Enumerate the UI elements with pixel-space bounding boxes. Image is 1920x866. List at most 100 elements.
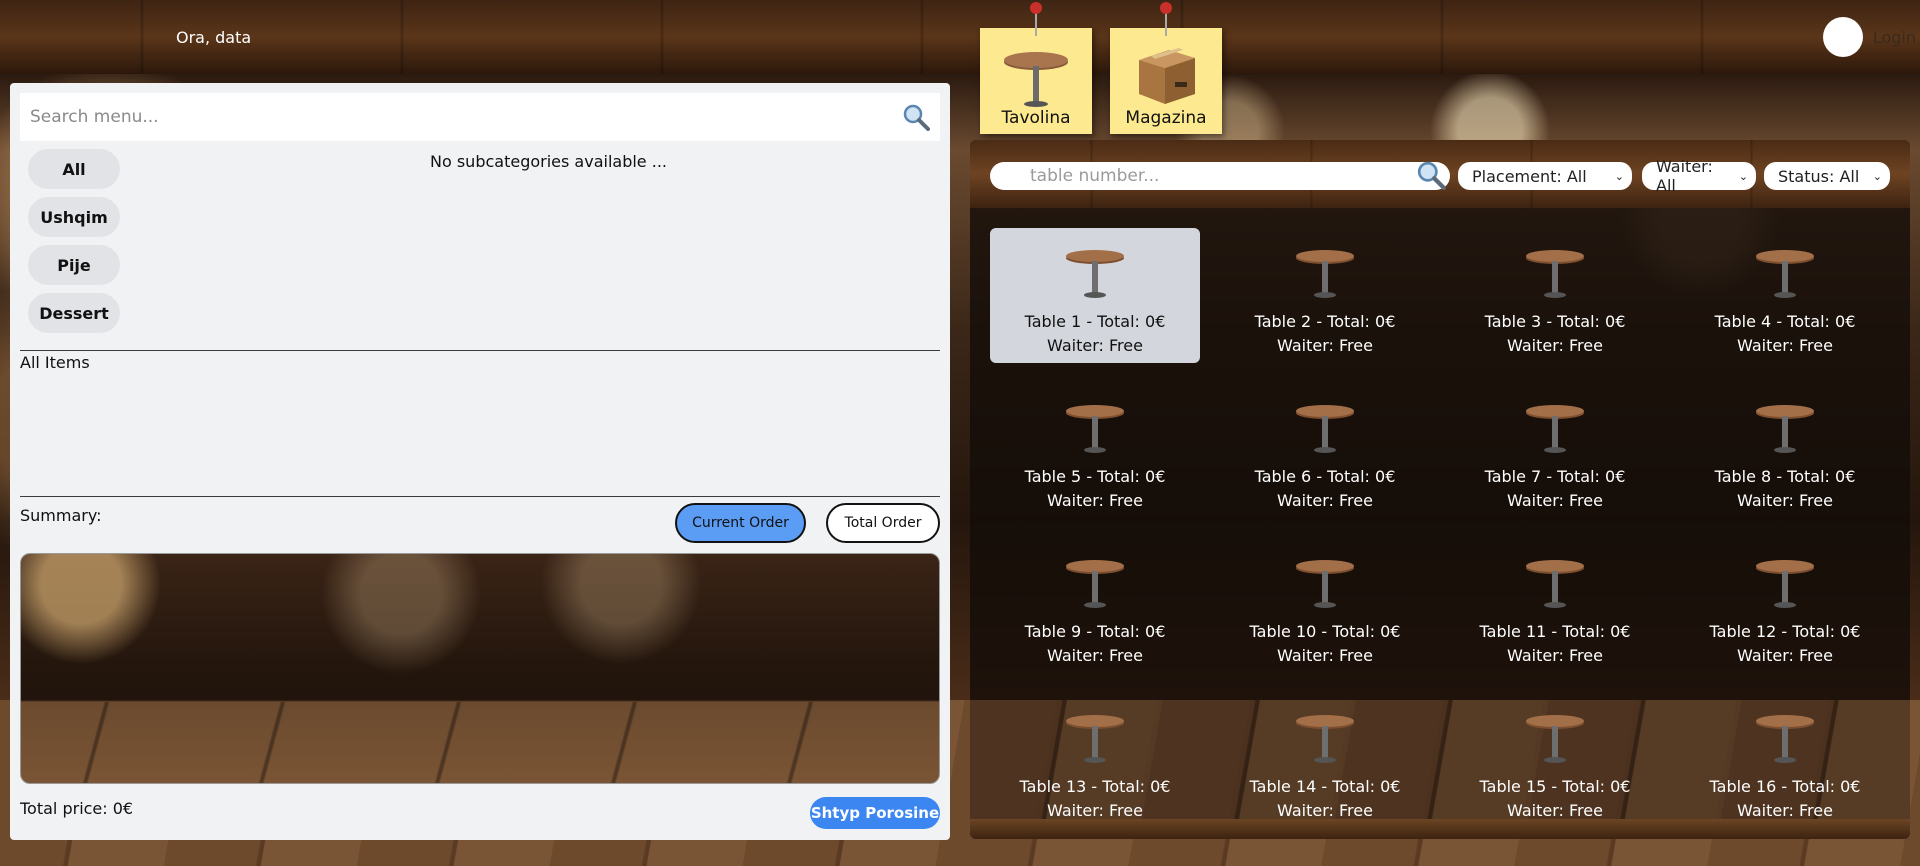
login-area[interactable]: Login [1822,17,1920,57]
table-card[interactable]: Table 1 - Total: 0€ Waiter: Free [990,228,1200,363]
table-card[interactable]: Table 8 - Total: 0€ Waiter: Free [1680,383,1890,518]
table-card[interactable]: Table 14 - Total: 0€ Waiter: Free [1220,693,1430,828]
table-card[interactable]: Table 11 - Total: 0€ Waiter: Free [1450,538,1660,673]
table-title: Table 2 - Total: 0€ [1254,312,1396,331]
placement-filter-value: Placement: All [1472,166,1587,186]
tables-panel: Placement: All ⌄ Waiter: All ⌄ Status: A… [970,140,1910,839]
table-title: Table 16 - Total: 0€ [1709,777,1861,796]
table-waiter: Waiter: Free [1507,336,1603,355]
table-card[interactable]: Table 4 - Total: 0€ Waiter: Free [1680,228,1890,363]
table-title: Table 9 - Total: 0€ [1024,622,1166,641]
category-pije-button[interactable]: Pije [28,245,120,285]
table-icon [1066,560,1124,608]
table-card[interactable]: Table 10 - Total: 0€ Waiter: Free [1220,538,1430,673]
pin-icon [1030,2,1042,36]
note-label-magazina: Magazina [1125,108,1207,128]
note-label-tavolina: Tavolina [1001,108,1071,128]
current-order-button[interactable]: Current Order [675,503,806,543]
panel-bottom-wood [970,819,1910,839]
total-price: Total price: 0€ [20,799,134,818]
table-title: Table 10 - Total: 0€ [1249,622,1401,641]
table-icon [1066,250,1124,298]
table-icon [1756,560,1814,608]
table-waiter: Waiter: Free [1277,336,1373,355]
table-waiter: Waiter: Free [1047,646,1143,665]
table-icon [1756,715,1814,763]
table-waiter: Waiter: Free [1737,336,1833,355]
header-wood-background [0,0,1920,74]
table-title: Table 13 - Total: 0€ [1019,777,1171,796]
table-card[interactable]: Table 2 - Total: 0€ Waiter: Free [1220,228,1430,363]
table-title: Table 7 - Total: 0€ [1484,467,1626,486]
table-title: Table 15 - Total: 0€ [1479,777,1631,796]
avatar[interactable] [1822,17,1863,57]
table-icon [1756,250,1814,298]
table-icon [1526,560,1584,608]
table-title: Table 1 - Total: 0€ [1024,312,1166,331]
table-card[interactable]: Table 12 - Total: 0€ Waiter: Free [1680,538,1890,673]
box-icon [1139,48,1195,104]
placement-filter-select[interactable]: Placement: All ⌄ [1458,162,1632,190]
waiter-filter-select[interactable]: Waiter: All ⌄ [1642,157,1756,195]
table-icon [1526,715,1584,763]
menu-search-box [20,93,940,141]
category-dessert-button[interactable]: Dessert [28,293,120,333]
total-order-button[interactable]: Total Order [826,503,940,543]
menu-search-input[interactable] [20,93,880,141]
divider [20,496,940,497]
divider [20,350,940,351]
table-card[interactable]: Table 13 - Total: 0€ Waiter: Free [990,693,1200,828]
table-icon [1296,405,1354,453]
search-icon[interactable] [1416,160,1446,194]
table-card[interactable]: Table 3 - Total: 0€ Waiter: Free [1450,228,1660,363]
table-search-input[interactable] [990,166,1390,186]
table-title: Table 11 - Total: 0€ [1479,622,1631,641]
table-waiter: Waiter: Free [1047,491,1143,510]
table-waiter: Waiter: Free [1277,646,1373,665]
login-link[interactable]: Login [1873,28,1916,47]
note-magazina[interactable]: Magazina [1110,2,1222,134]
table-icon [1296,250,1354,298]
status-filter-select[interactable]: Status: All ⌄ [1764,162,1890,190]
search-icon[interactable] [902,103,930,135]
table-icon [1296,560,1354,608]
subcategories-message: No subcategories available ... [430,152,667,171]
category-all-button[interactable]: All [28,149,120,189]
table-icon [1756,405,1814,453]
waiter-filter-value: Waiter: All [1656,157,1713,195]
table-card[interactable]: Table 7 - Total: 0€ Waiter: Free [1450,383,1660,518]
table-icon [1066,715,1124,763]
clock-label: Ora, data [176,28,252,47]
pin-icon [1160,2,1172,36]
table-title: Table 6 - Total: 0€ [1254,467,1396,486]
note-tavolina[interactable]: Tavolina [980,2,1092,134]
items-label: All Items [20,353,90,372]
table-waiter: Waiter: Free [1047,336,1143,355]
table-waiter: Waiter: Free [1507,646,1603,665]
table-card[interactable]: Table 16 - Total: 0€ Waiter: Free [1680,693,1890,828]
table-card[interactable]: Table 9 - Total: 0€ Waiter: Free [990,538,1200,673]
table-icon [1526,405,1584,453]
table-title: Table 5 - Total: 0€ [1024,467,1166,486]
table-card[interactable]: Table 6 - Total: 0€ Waiter: Free [1220,383,1430,518]
table-card[interactable]: Table 15 - Total: 0€ Waiter: Free [1450,693,1660,828]
filter-bar: Placement: All ⌄ Waiter: All ⌄ Status: A… [970,140,1910,208]
print-order-button[interactable]: Shtyp Porosine [810,797,940,829]
menu-panel: All Ushqim Pije Dessert No subcategories… [10,83,950,840]
table-waiter: Waiter: Free [1277,491,1373,510]
chevron-down-icon: ⌄ [1614,169,1624,183]
table-icon [1004,52,1068,107]
table-icon [1066,405,1124,453]
table-title: Table 3 - Total: 0€ [1484,312,1626,331]
chevron-down-icon: ⌄ [1738,169,1748,183]
table-waiter: Waiter: Free [1507,491,1603,510]
order-summary-area [20,553,940,784]
category-ushqim-button[interactable]: Ushqim [28,197,120,237]
table-waiter: Waiter: Free [1737,646,1833,665]
table-title: Table 14 - Total: 0€ [1249,777,1401,796]
table-title: Table 8 - Total: 0€ [1714,467,1856,486]
summary-label: Summary: [20,506,102,525]
table-card[interactable]: Table 5 - Total: 0€ Waiter: Free [990,383,1200,518]
table-title: Table 4 - Total: 0€ [1714,312,1856,331]
table-title: Table 12 - Total: 0€ [1709,622,1861,641]
